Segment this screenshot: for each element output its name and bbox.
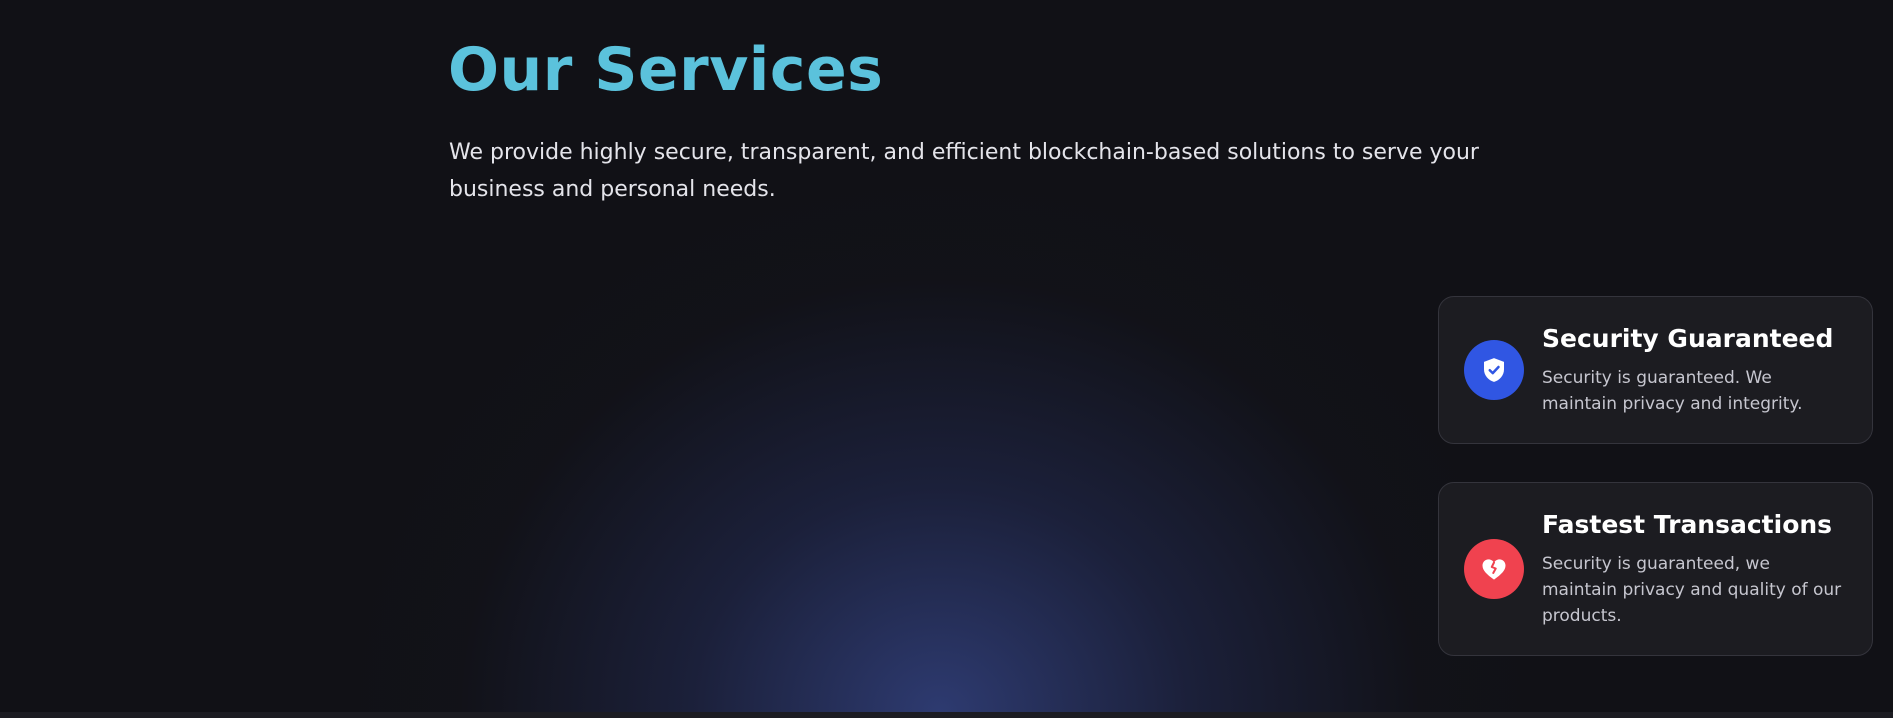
card-title: Security Guaranteed: [1542, 324, 1834, 353]
card-description: Security is guaranteed, we maintain priv…: [1542, 554, 1842, 626]
card-description: Security is guaranteed. We maintain priv…: [1542, 368, 1803, 414]
card-title: Fastest Transactions: [1542, 510, 1833, 539]
section-divider: [0, 712, 1893, 718]
section-subtitle: We provide highly secure, transparent, a…: [449, 140, 1479, 202]
heart-icon: [1464, 539, 1524, 599]
page-title: Our Services: [448, 35, 884, 105]
service-card-security: Security Guaranteed Security is guarante…: [1438, 296, 1873, 444]
services-section: Our Services We provide highly secure, t…: [0, 0, 1893, 712]
service-card-transactions: Fastest Transactions Security is guarant…: [1438, 482, 1873, 656]
shield-check-icon: [1464, 340, 1524, 400]
